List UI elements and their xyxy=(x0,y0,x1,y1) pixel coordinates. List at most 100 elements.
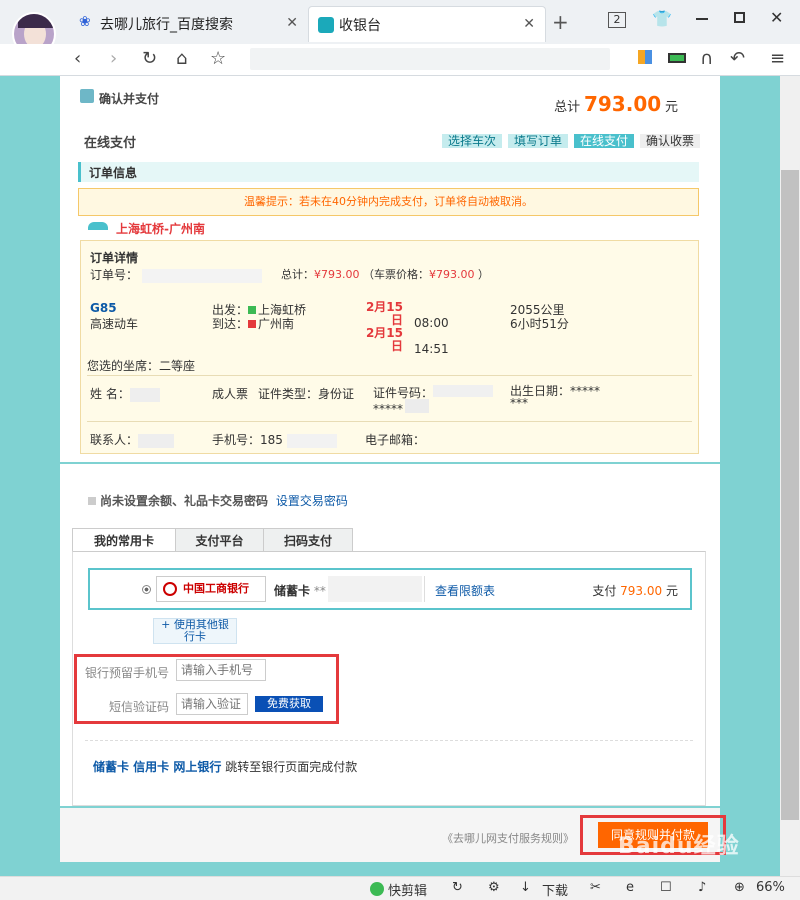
redacted xyxy=(405,399,429,413)
home-icon[interactable]: ⌂ xyxy=(176,48,187,70)
header-total: 总计 793.00 元 xyxy=(554,92,678,116)
new-tab-button[interactable]: + xyxy=(552,10,569,34)
screenshot-icon[interactable]: ☐ xyxy=(660,880,672,895)
arrive-date: 2月15 日 xyxy=(365,326,403,353)
card-pay-amount: 支付 793.00 元 xyxy=(592,584,678,598)
step-online-pay: 在线支付 xyxy=(574,134,634,148)
redacted xyxy=(129,387,160,402)
address-bar[interactable] xyxy=(250,48,610,70)
redacted xyxy=(286,433,337,448)
tab-qr-pay[interactable]: 扫码支付 xyxy=(263,528,353,552)
download-label[interactable]: 下载 xyxy=(542,880,568,899)
contact-email: 电子邮箱： xyxy=(365,433,426,447)
other-bank-card-button[interactable]: + 使用其他银 行卡 xyxy=(153,618,237,644)
tab-cashier[interactable]: 收银台 ✕ xyxy=(308,6,546,42)
redacted xyxy=(433,385,494,397)
maximize-icon[interactable] xyxy=(734,12,745,23)
page-background: 确认并支付 总计 793.00 元 在线支付 选择车次 填写订单 在线支付 确认… xyxy=(0,76,780,876)
contact-person: 联系人： xyxy=(90,431,175,448)
order-total: 总计：¥793.00 （车票价格：¥793.00 ） xyxy=(281,268,489,281)
order-details-box: 订单详情 订单号： 总计：¥793.00 （车票价格：¥793.00 ） G85… xyxy=(80,240,699,454)
menu-icon[interactable]: ≡ xyxy=(770,48,785,70)
password-notice: 尚未设置余额、礼品卡交易密码 设置交易密码 xyxy=(88,492,348,509)
birth-date: 出生日期：***** *** xyxy=(510,384,601,410)
arrive-marker-icon xyxy=(248,320,257,328)
tab-bar: ! ❀ 去哪儿旅行_百度搜索 ✕ 收银台 ✕ + 2 👕 ✕ xyxy=(0,0,800,62)
agreement-link[interactable]: 《去哪儿网支付服务规则》 xyxy=(442,830,574,846)
step-confirm-ticket: 确认收票 xyxy=(640,134,700,148)
clip-icon[interactable]: ✂ xyxy=(590,880,601,895)
card-option[interactable]: 中国工商银行 储蓄卡 ** 查看限额表 支付 793.00 元 xyxy=(88,568,692,610)
icbc-logo: 中国工商银行 xyxy=(156,576,266,602)
tab-my-cards[interactable]: 我的常用卡 xyxy=(72,528,176,552)
back-icon[interactable]: ‹ xyxy=(74,48,81,70)
refresh-icon[interactable]: ↻ xyxy=(142,48,157,70)
depart-time: 08:00 xyxy=(414,316,449,330)
qunar-logo-icon xyxy=(318,17,334,33)
skin-icon[interactable]: 👕 xyxy=(652,9,672,28)
minimize-icon[interactable] xyxy=(696,18,708,20)
arrive-row: 到达： 广州南 xyxy=(212,317,295,331)
tab-pay-platform[interactable]: 支付平台 xyxy=(175,528,264,552)
forward-icon[interactable]: › xyxy=(110,48,117,70)
zoom-level[interactable]: 66% xyxy=(756,880,785,895)
duration: 6小时51分 xyxy=(510,317,569,331)
redacted xyxy=(138,433,175,448)
quick-edit-icon[interactable] xyxy=(370,882,384,896)
depart-marker-icon xyxy=(248,306,257,314)
step-fill-order: 填写订单 xyxy=(508,134,568,148)
headphones-icon[interactable]: ∩ xyxy=(700,48,713,70)
baidu-paw-icon: ❀ xyxy=(79,14,91,30)
divider xyxy=(87,375,692,376)
apps-icon[interactable] xyxy=(638,50,652,64)
order-info-header: 订单信息 xyxy=(78,162,699,182)
limit-table-link[interactable]: 查看限额表 xyxy=(435,582,495,599)
details-title: 订单详情 xyxy=(90,251,139,265)
ie-icon[interactable]: e xyxy=(626,880,634,895)
quick-edit-label[interactable]: 快剪辑 xyxy=(388,880,427,899)
netbank-links[interactable]: 储蓄卡 信用卡 网上银行 xyxy=(93,760,221,774)
id-number: 证件号码： ***** xyxy=(373,385,494,415)
redacted xyxy=(328,576,422,602)
step-select-train: 选择车次 xyxy=(442,134,502,148)
zoom-icon[interactable]: ⊕ xyxy=(734,880,745,895)
download-icon[interactable]: ↓ xyxy=(520,880,531,895)
tab-label: 去哪儿旅行_百度搜索 xyxy=(100,17,233,33)
ticket-type: 成人票 xyxy=(212,387,249,401)
online-pay-title: 在线支付 xyxy=(84,136,137,151)
tab-count-badge[interactable]: 2 xyxy=(608,12,626,28)
progress-steps: 选择车次 填写订单 在线支付 确认收票 xyxy=(442,134,700,148)
battery-icon[interactable] xyxy=(668,53,686,63)
close-icon[interactable]: ✕ xyxy=(523,16,535,32)
refresh-icon[interactable]: ↻ xyxy=(452,880,463,895)
icbc-emblem-icon xyxy=(163,582,177,596)
confirm-title: 确认并支付 xyxy=(99,92,160,106)
close-icon[interactable]: ✕ xyxy=(286,15,298,31)
divider xyxy=(85,740,693,741)
tab-baidu-search[interactable]: ❀ 去哪儿旅行_百度搜索 ✕ xyxy=(70,6,308,42)
passenger-name: 姓 名： xyxy=(90,385,160,402)
id-type: 证件类型：身份证 xyxy=(258,387,355,401)
seat-class: 您选的坐席：二等座 xyxy=(87,359,196,373)
divider xyxy=(424,576,425,602)
warning-banner: 温馨提示：若未在40分钟内完成支付，订单将自动被取消。 xyxy=(78,188,699,216)
contact-phone: 手机号：185 xyxy=(212,431,337,448)
section-divider xyxy=(60,462,720,464)
depart-date: 2月15 日 xyxy=(365,300,403,327)
tab-label: 收银台 xyxy=(339,18,381,34)
window-close-icon[interactable]: ✕ xyxy=(770,8,783,27)
order-no: 订单号： xyxy=(90,266,262,283)
set-password-link[interactable]: 设置交易密码 xyxy=(276,494,348,508)
volume-icon[interactable]: ♪ xyxy=(698,880,706,895)
baidu-watermark: Baidu经验 xyxy=(618,834,740,859)
undo-icon[interactable]: ↶ xyxy=(730,48,745,70)
train-type: 高速动车 xyxy=(90,317,139,331)
radio-selected-icon[interactable] xyxy=(142,585,151,594)
pin-icon[interactable]: ⚙ xyxy=(488,880,500,895)
star-icon[interactable]: ☆ xyxy=(210,48,226,70)
arrive-time: 14:51 xyxy=(414,342,449,356)
highlight-box-verification xyxy=(74,654,339,724)
scrollbar-thumb[interactable] xyxy=(781,170,799,820)
total-amount: 793.00 xyxy=(583,92,662,116)
train-icon xyxy=(88,222,108,230)
